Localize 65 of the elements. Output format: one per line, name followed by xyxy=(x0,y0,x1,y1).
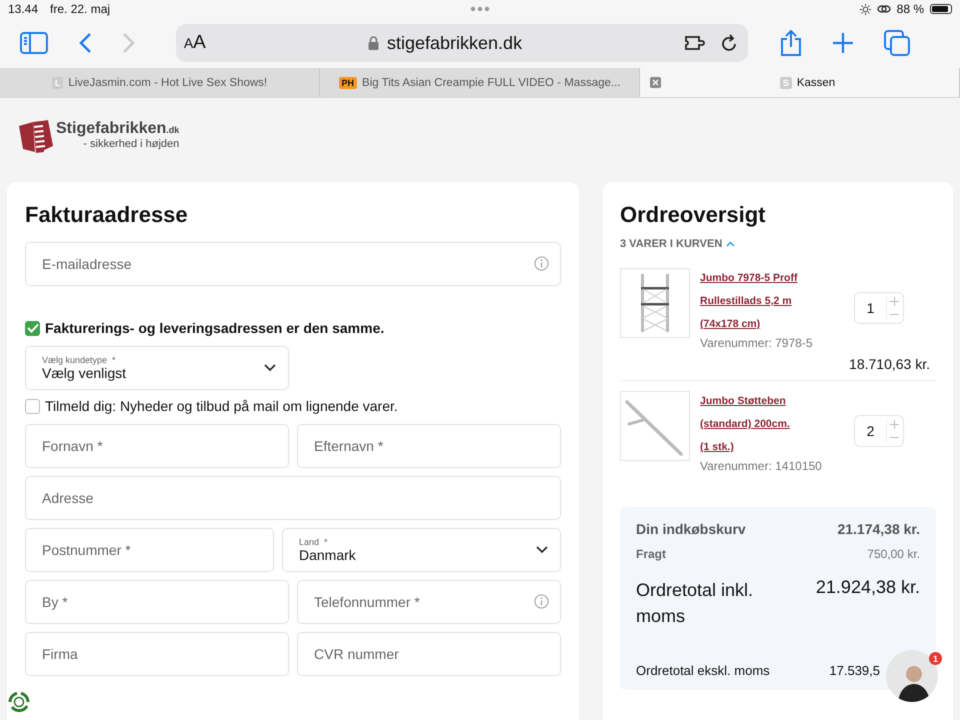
chevron-down-icon xyxy=(536,546,548,554)
battery-percent: 88 % xyxy=(896,2,924,16)
product-price: 18.710,63 kr. xyxy=(848,356,931,372)
input-field[interactable]: Adresse xyxy=(25,476,561,520)
recycle-icon[interactable] xyxy=(6,689,32,715)
product-sku: Varenummer: 1410150 xyxy=(700,459,823,473)
select-field[interactable]: Vælg kundetype * Vælg venligst xyxy=(25,346,289,390)
favicon: PH xyxy=(338,76,358,88)
text-size-button[interactable]: AA xyxy=(184,32,206,54)
new-tab-icon[interactable] xyxy=(832,32,854,54)
reload-icon[interactable] xyxy=(720,33,738,53)
brightness-icon xyxy=(860,4,871,14)
input-field[interactable]: Efternavn * xyxy=(297,424,561,468)
summary-value: 750,00 kr. xyxy=(867,547,920,561)
logo-suffix: .dk xyxy=(166,125,180,135)
checkbox-label: Tilmeld dig: Nyheder og tilbud på mail om lignende varer. xyxy=(45,398,398,414)
address-bar[interactable]: AA stigefabrikken.dk xyxy=(176,24,748,62)
checkbox[interactable] xyxy=(25,398,40,414)
share-icon[interactable] xyxy=(780,29,802,57)
product-sku: Varenummer: 7978-5 xyxy=(700,336,814,350)
quantity-stepper[interactable]: 1 xyxy=(854,292,904,324)
input-field[interactable]: Telefonnummer * xyxy=(297,580,561,624)
summary-label: Fragt xyxy=(636,547,666,561)
input-field[interactable]: E-mailadresse xyxy=(25,242,561,286)
chat-avatar[interactable] xyxy=(886,650,938,702)
input-field[interactable]: Postnummer * xyxy=(25,528,274,572)
info-icon[interactable] xyxy=(534,256,549,271)
more-icon[interactable] xyxy=(470,6,490,12)
quantity-stepper[interactable]: 2 xyxy=(854,415,904,447)
logo-tagline: - sikkerhed i højden xyxy=(83,138,180,150)
plus-icon[interactable] xyxy=(890,297,899,306)
address-text: stigefabrikken.dk xyxy=(387,32,522,54)
info-icon[interactable] xyxy=(534,594,549,609)
close-icon[interactable] xyxy=(650,77,661,88)
summary-value: 21.924,38 kr. xyxy=(816,577,920,598)
input-field[interactable]: Firma xyxy=(25,632,289,676)
summary-label: Din indkøbskurv xyxy=(636,521,746,537)
link-icon xyxy=(876,4,891,14)
summary-label: Ordretotal inkl. moms xyxy=(636,579,754,628)
battery-icon xyxy=(930,4,952,14)
product-link[interactable]: Jumbo Støtteben (standard) 200cm. (1 stk.) xyxy=(700,390,800,459)
chevron-down-icon xyxy=(264,364,276,372)
extension-icon[interactable] xyxy=(684,34,706,52)
checkbox[interactable] xyxy=(25,320,40,336)
summary-value: 17.539,5 xyxy=(829,663,881,678)
select-field[interactable]: Land * Danmark xyxy=(282,528,561,572)
back-icon[interactable] xyxy=(78,32,92,54)
section-title: Ordreoversigt xyxy=(620,202,766,228)
status-time: 13.44 xyxy=(8,2,38,16)
input-field[interactable]: By * xyxy=(25,580,289,624)
input-field[interactable]: CVR nummer xyxy=(297,632,561,676)
input-field[interactable]: Fornavn * xyxy=(25,424,289,468)
checkbox-label: Fakturerings- og leveringsadressen er den samme. xyxy=(45,320,384,336)
summary-label: Ordretotal ekskl. moms xyxy=(636,663,770,678)
summary-value: 21.174,38 kr. xyxy=(837,521,920,537)
ladder-logo-icon xyxy=(18,120,54,154)
tabs-icon[interactable] xyxy=(884,30,910,56)
lock-icon xyxy=(368,36,379,50)
sidebar-icon[interactable] xyxy=(20,32,48,54)
cart-count-toggle[interactable]: 3 VARER I KURVEN xyxy=(620,238,936,250)
plus-icon[interactable] xyxy=(890,420,899,429)
logo-name: Stigefabrikken xyxy=(56,120,166,137)
section-title: Fakturaadresse xyxy=(25,202,189,228)
status-date: fre. 22. maj xyxy=(50,2,110,16)
product-link[interactable]: Jumbo 7978-5 Proff Rullestillads 5,2 m (74x178 cm) xyxy=(700,267,800,336)
